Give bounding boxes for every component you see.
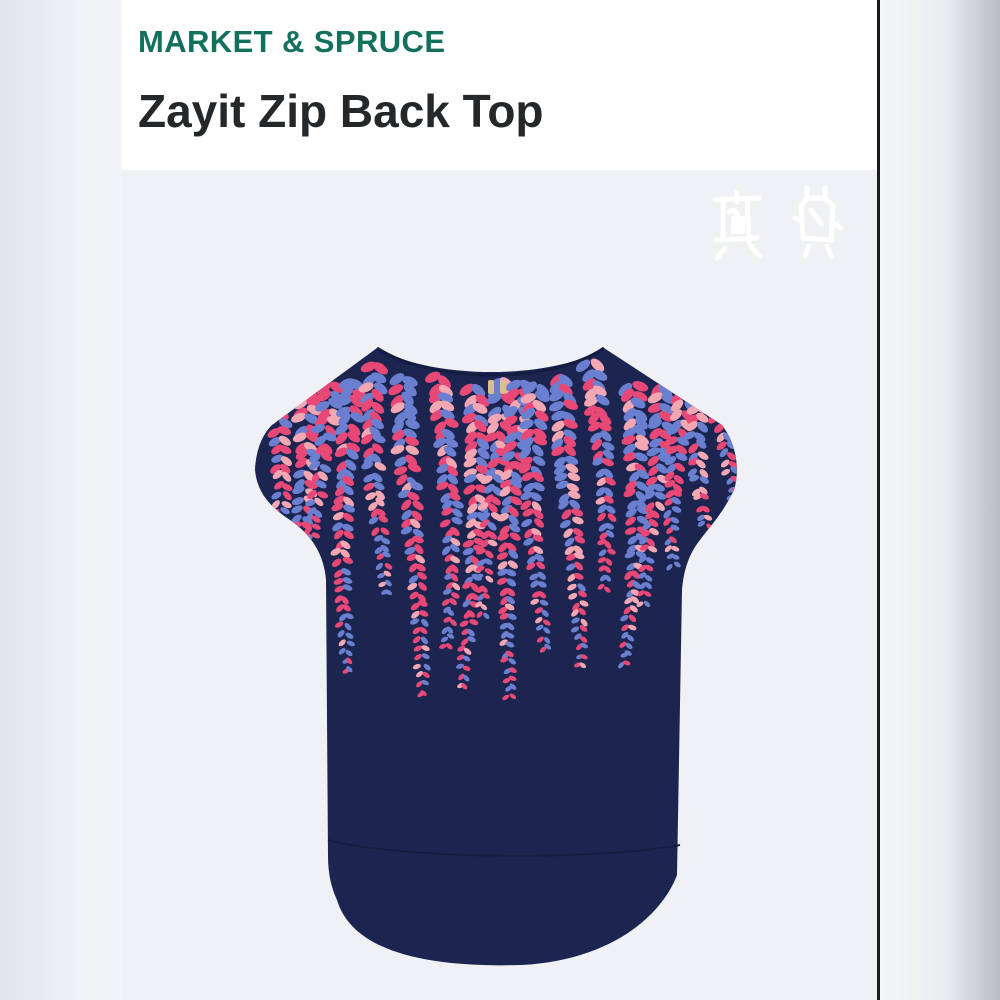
floral-petal xyxy=(286,595,295,603)
floral-petal xyxy=(271,534,279,542)
floral-petal xyxy=(699,394,713,406)
floral-petal xyxy=(703,379,719,390)
floral-petal xyxy=(270,563,278,569)
floral-petal xyxy=(275,400,290,411)
floral-petal xyxy=(279,527,288,536)
floral-petal xyxy=(258,372,273,386)
product-card: MARKET & SPRUCE Zayit Zip Back Top xyxy=(122,0,877,1000)
floral-petal xyxy=(298,561,309,569)
floral-petal xyxy=(716,405,729,416)
floral-petal xyxy=(271,372,286,386)
floral-petal xyxy=(702,368,717,381)
floral-petal xyxy=(271,380,286,392)
floral-petal xyxy=(280,534,289,541)
floral-petal xyxy=(282,630,290,637)
floral-petal xyxy=(287,575,296,583)
right-margin xyxy=(880,0,1000,1000)
brand-name[interactable]: MARKET & SPRUCE xyxy=(138,24,445,60)
left-margin xyxy=(0,0,122,1000)
floral-petal xyxy=(674,371,689,384)
product-header: MARKET & SPRUCE Zayit Zip Back Top xyxy=(122,0,877,170)
right-divider xyxy=(877,0,880,1000)
floral-petal xyxy=(311,563,318,570)
floral-petal xyxy=(704,396,717,407)
floral-petal xyxy=(300,541,310,550)
floral-petal xyxy=(299,549,309,558)
floral-petal xyxy=(296,569,306,577)
floral-petal xyxy=(260,392,275,404)
floral-petal xyxy=(686,387,701,398)
floral-petal xyxy=(284,621,292,628)
floral-petal xyxy=(716,378,730,391)
floral-petal xyxy=(304,543,313,550)
floral-petal xyxy=(268,543,276,550)
product-image-area xyxy=(122,170,877,1000)
floral-petal xyxy=(688,365,703,379)
floral-petal xyxy=(700,368,714,382)
floral-petal xyxy=(688,368,703,380)
floral-petal xyxy=(291,534,303,542)
floral-petal xyxy=(269,524,279,532)
floral-print-top-image xyxy=(255,346,737,966)
floral-petal xyxy=(273,564,280,572)
floral-petal xyxy=(672,381,688,392)
floral-petal xyxy=(683,380,698,394)
floral-petal xyxy=(288,631,296,638)
floral-petal xyxy=(289,587,297,596)
floral-petal xyxy=(705,360,720,373)
floral-petal xyxy=(267,552,276,558)
floral-petal xyxy=(304,563,312,569)
floral-petal xyxy=(285,605,293,613)
floral-petal xyxy=(284,613,293,620)
floral-petal xyxy=(293,578,302,587)
product-title: Zayit Zip Back Top xyxy=(138,85,544,137)
floral-petal xyxy=(274,555,282,562)
floral-petal xyxy=(258,381,274,392)
floral-petal xyxy=(706,387,720,399)
floral-petal xyxy=(691,359,705,373)
floral-petal xyxy=(291,603,300,610)
floral-petal xyxy=(265,402,279,415)
hanger-icon[interactable] xyxy=(707,189,767,268)
floral-petal xyxy=(270,391,284,405)
floral-petal xyxy=(290,614,298,621)
floral-petal xyxy=(703,360,720,372)
floral-petal xyxy=(292,594,301,600)
floral-petal xyxy=(688,379,703,391)
outfit-icon[interactable] xyxy=(787,184,847,262)
floral-petal xyxy=(276,544,283,553)
floral-petal xyxy=(290,550,299,559)
floral-petal xyxy=(267,408,280,420)
floral-petal xyxy=(289,623,298,630)
floral-petal xyxy=(702,378,715,391)
floral-petal xyxy=(291,541,301,551)
floral-petal xyxy=(686,371,702,383)
floral-petal xyxy=(718,359,733,373)
floral-petal xyxy=(713,369,728,383)
floral-petal xyxy=(293,585,303,592)
floral-petal xyxy=(715,384,730,395)
floral-petal xyxy=(306,553,313,561)
floral-petal xyxy=(707,404,720,414)
floral-petal xyxy=(677,363,691,377)
floral-petal xyxy=(290,569,300,577)
screenshot-page: MARKET & SPRUCE Zayit Zip Back Top xyxy=(0,0,1000,1000)
floral-petal xyxy=(271,518,280,527)
floral-petal xyxy=(287,560,297,568)
floral-petal xyxy=(736,496,737,503)
floral-petal xyxy=(718,395,732,406)
floral-petal xyxy=(699,388,714,400)
